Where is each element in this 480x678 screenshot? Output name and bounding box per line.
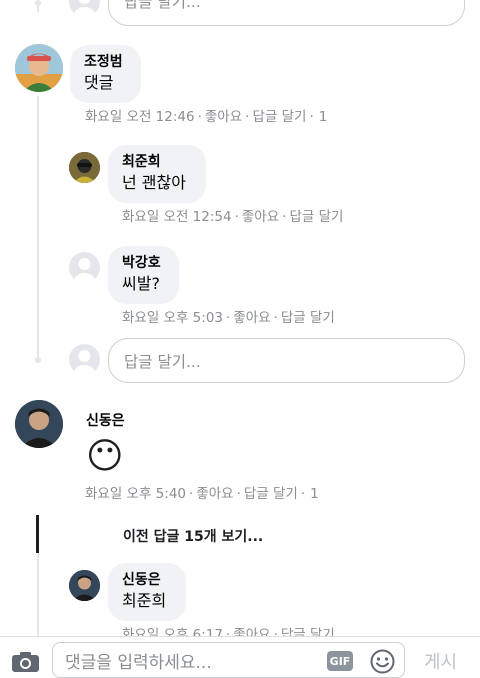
- like-link[interactable]: 좋아요: [205, 109, 242, 125]
- like-link[interactable]: 좋아요: [242, 209, 279, 225]
- thread-line: [37, 96, 39, 358]
- thread-dot: [35, 357, 41, 363]
- thread-dot: [35, 0, 41, 6]
- current-user-avatar: [69, 0, 100, 17]
- view-previous-replies-link[interactable]: 이전 답글 15개 보기...: [123, 526, 263, 546]
- reply-link[interactable]: 답글 달기: [281, 310, 335, 326]
- comment-author[interactable]: 신동은: [86, 410, 125, 430]
- reply-avatar[interactable]: [69, 152, 100, 183]
- comment-meta: 화요일 오후 5:40 · 좋아요 · 답글 달기 · 1: [85, 485, 326, 507]
- reply-input-placeholder: 답글 달기...: [124, 352, 201, 371]
- comment-time: 화요일 오전 12:46: [85, 109, 195, 125]
- reply-author[interactable]: 신동은: [122, 571, 172, 590]
- thread-indicator: [36, 515, 39, 553]
- reply-text: 최준희: [122, 591, 167, 610]
- comment-input-placeholder: 댓글을 입력하세요...: [65, 652, 212, 673]
- comment-author[interactable]: 조정범: [84, 53, 127, 72]
- reply-text: 넌 괜찮아: [122, 173, 186, 192]
- comment-text: 댓글: [84, 73, 114, 92]
- commenter-avatar[interactable]: [15, 44, 63, 92]
- camera-icon[interactable]: [12, 651, 39, 672]
- reply-author[interactable]: 박강호: [122, 254, 165, 273]
- reply-bubble[interactable]: 신동은 최준희: [108, 563, 186, 621]
- reply-avatar[interactable]: [69, 570, 100, 601]
- comment-bubble[interactable]: 조정범 댓글: [70, 45, 141, 103]
- reply-meta: 화요일 오후 5:03 · 좋아요 · 답글 달기: [122, 310, 335, 326]
- comment-time: 화요일 오후 5:40: [85, 486, 186, 502]
- reply-input-placeholder: 답글 달기...: [124, 0, 201, 11]
- reply-time: 화요일 오전 12:54: [122, 209, 232, 225]
- reply-link[interactable]: 답글 달기: [252, 109, 306, 125]
- comment-meta: 화요일 오전 12:46 · 좋아요 · 답글 달기 · 1: [85, 108, 334, 130]
- reply-link[interactable]: 답글 달기: [289, 209, 343, 225]
- current-user-avatar: [69, 344, 100, 375]
- reply-author[interactable]: 최준희: [122, 153, 192, 172]
- smiley-icon[interactable]: [370, 649, 395, 674]
- reply-avatar[interactable]: [69, 252, 100, 283]
- commenter-avatar[interactable]: [15, 400, 63, 448]
- like-link[interactable]: 좋아요: [196, 486, 233, 502]
- reply-time: 화요일 오후 5:03: [122, 310, 223, 326]
- emoji-sticker: 😶: [86, 436, 124, 477]
- post-button[interactable]: 게시: [424, 648, 457, 674]
- reply-input[interactable]: 답글 달기...: [108, 0, 465, 26]
- reply-input[interactable]: 답글 달기...: [108, 338, 465, 383]
- reply-meta: 화요일 오전 12:54 · 좋아요 · 답글 달기: [122, 209, 344, 225]
- reply-bubble[interactable]: 최준희 넌 괜찮아: [108, 145, 206, 203]
- thread-line: [37, 553, 39, 636]
- reply-bubble[interactable]: 박강호 씨발?: [108, 246, 179, 304]
- like-link[interactable]: 좋아요: [233, 310, 270, 326]
- reply-link[interactable]: 답글 달기: [244, 486, 298, 502]
- reply-text: 씨발?: [122, 274, 160, 293]
- gif-icon[interactable]: GIF: [327, 651, 353, 671]
